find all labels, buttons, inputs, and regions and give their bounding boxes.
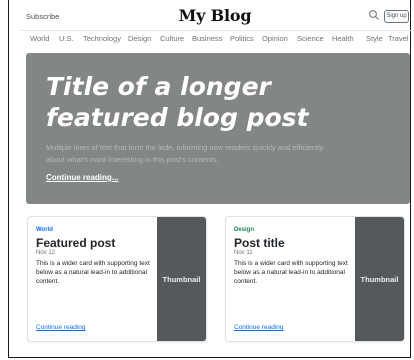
card-category: Design: [234, 227, 255, 233]
frame-border-bottom: [8, 357, 411, 358]
nav-item-culture[interactable]: Culture: [160, 34, 184, 43]
nav-item-business[interactable]: Business: [192, 34, 222, 43]
sign-up-button[interactable]: Sign up: [384, 10, 409, 23]
frame-border-right: [410, 0, 411, 357]
featured-hero: Title of a longer featured blog post Mul…: [26, 53, 410, 204]
page: Subscribe My Blog Sign up World U.S. Tec…: [0, 0, 414, 360]
hero-title: Title of a longer featured blog post: [46, 72, 309, 132]
card-continue-reading-link[interactable]: Continue reading: [234, 324, 284, 331]
nav-item-design[interactable]: Design: [128, 34, 151, 43]
card-thumbnail: Thumbnail: [157, 217, 206, 341]
card-date: Nov 12: [36, 250, 56, 256]
nav-item-style[interactable]: Style: [366, 34, 383, 43]
thumbnail-label: Thumbnail: [162, 275, 201, 284]
card-thumbnail: Thumbnail: [355, 217, 404, 341]
thumbnail-label: Thumbnail: [360, 275, 399, 284]
hero-continue-reading-link[interactable]: Continue reading...: [46, 173, 118, 182]
card-title: Post title: [234, 236, 285, 250]
featured-post-card: World Featured post Nov 12 This is a wid…: [27, 216, 207, 342]
nav-item-travel[interactable]: Travel: [388, 34, 409, 43]
post-card: Design Post title Nov 11 This is a wider…: [225, 216, 405, 342]
nav-item-world[interactable]: World: [30, 34, 49, 43]
card-continue-reading-link[interactable]: Continue reading: [36, 324, 86, 331]
blog-title[interactable]: My Blog: [20, 6, 410, 25]
card-body: Design Post title Nov 11 This is a wider…: [234, 227, 356, 286]
frame-border-left: [8, 0, 9, 357]
card-text: This is a wider card with supporting tex…: [36, 260, 150, 285]
card-text: This is a wider card with supporting tex…: [234, 260, 348, 285]
nav-item-science[interactable]: Science: [297, 34, 324, 43]
hero-lede: Multiple lines of text that form the led…: [46, 143, 324, 164]
nav-item-technology[interactable]: Technology: [83, 34, 121, 43]
card-date: Nov 11: [234, 250, 253, 256]
nav-item-opinion[interactable]: Opinion: [262, 34, 288, 43]
card-category: World: [36, 227, 53, 233]
card-body: World Featured post Nov 12 This is a wid…: [36, 227, 158, 286]
card-title: Featured post: [36, 236, 116, 250]
header-divider: [20, 30, 412, 31]
blog-header: Subscribe My Blog Sign up: [20, 0, 410, 32]
nav-item-health[interactable]: Health: [332, 34, 354, 43]
nav-item-politics[interactable]: Politics: [230, 34, 254, 43]
category-nav: World U.S. Technology Design Culture Bus…: [30, 34, 410, 46]
search-icon[interactable]: [368, 9, 380, 21]
nav-item-us[interactable]: U.S.: [59, 34, 74, 43]
